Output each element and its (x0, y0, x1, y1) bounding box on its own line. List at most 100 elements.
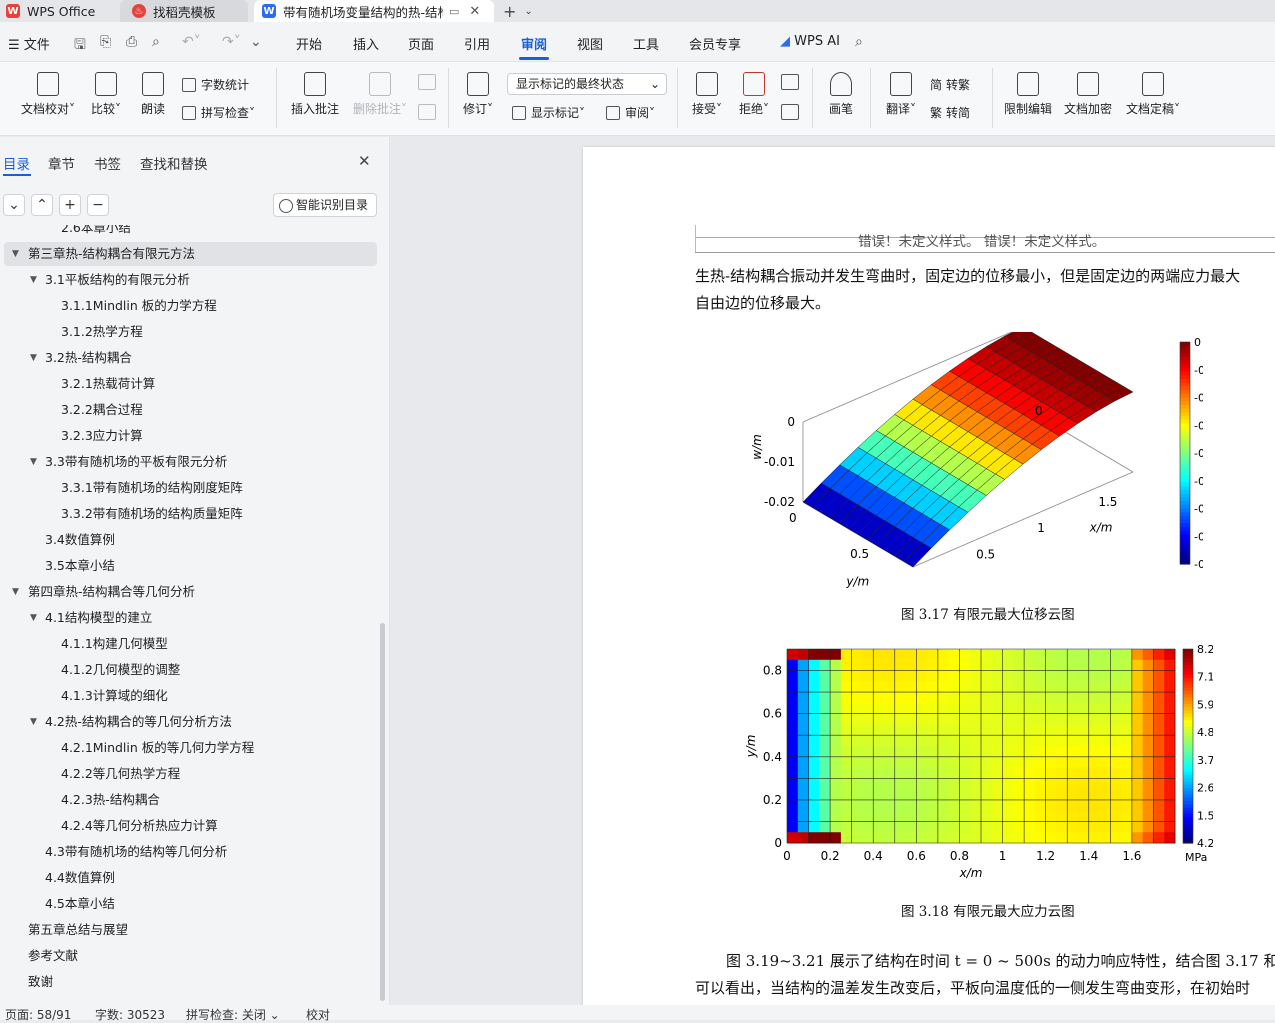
toc-item[interactable]: 4.5本章小结 (45, 893, 115, 915)
review-pane-button[interactable]: 审阅 ˅ (606, 104, 655, 121)
print-icon[interactable]: ⎙ (126, 34, 137, 50)
toc-item[interactable]: 第三章热-结构耦合有限元方法 (28, 243, 195, 265)
proof-status[interactable]: 校对 (306, 1006, 330, 1023)
window-icon[interactable]: ▭ (449, 5, 459, 18)
menu-start[interactable]: 开始 (296, 34, 322, 53)
pen-button[interactable]: 画笔 (826, 72, 856, 117)
delete-comment-button[interactable]: 删除批注˅ (350, 72, 410, 117)
wps-ai-button[interactable]: ◢ WPS AI (780, 34, 840, 49)
markup-state-select[interactable]: 显示标记的最终状态 ⌄ (507, 73, 667, 95)
menu-insert[interactable]: 插入 (353, 34, 379, 53)
toc-item[interactable]: 3.3带有随机场的平板有限元分析 (45, 451, 227, 473)
tab-wps-office[interactable]: W WPS Office (6, 0, 116, 22)
new-tab-button[interactable]: + ⌄ (503, 0, 543, 22)
toc-item[interactable]: 4.1.3计算域的细化 (61, 685, 168, 707)
toc-expand-icon[interactable]: ▼ (30, 347, 37, 369)
finalize-button[interactable]: 文档定稿˅ (1122, 72, 1184, 117)
menu-view[interactable]: 视图 (577, 34, 603, 53)
toc-item[interactable]: 3.1.2热学方程 (61, 321, 143, 343)
toc-item[interactable]: 3.5本章小结 (45, 555, 115, 577)
toc-item[interactable]: 3.2.1热载荷计算 (61, 373, 155, 395)
tab-find-replace[interactable]: 查找和替换 (140, 153, 208, 173)
toc-item[interactable]: 3.1.1Mindlin 板的力学方程 (61, 295, 217, 317)
reject-button[interactable]: 拒绝˅ (735, 72, 773, 117)
toc-item[interactable]: 4.2.1Mindlin 板的等几何力学方程 (61, 737, 254, 759)
toc-expand-icon[interactable]: ▼ (30, 451, 37, 473)
menu-review[interactable]: 审阅 (521, 34, 547, 53)
encrypt-button[interactable]: 文档加密 (1062, 72, 1114, 117)
toc-expand-icon[interactable]: ▼ (30, 607, 37, 629)
restrict-editing-button[interactable]: 限制编辑 (1002, 72, 1054, 117)
toc-item[interactable]: 4.3带有随机场的结构等几何分析 (45, 841, 227, 863)
smart-toc-button[interactable]: 智能识别目录 (273, 193, 377, 217)
tab-docer[interactable]: ♨ 找稻壳模板 (120, 0, 248, 22)
toc-item[interactable]: 4.4数值算例 (45, 867, 115, 889)
toc-item[interactable]: 4.1.2几何模型的调整 (61, 659, 180, 681)
insert-comment-button[interactable]: 插入批注 (288, 72, 342, 117)
add-heading-button[interactable]: + (59, 194, 81, 216)
print-preview-icon[interactable]: ⌕ (152, 34, 160, 50)
toc-item[interactable]: 3.3.2带有随机场的结构质量矩阵 (61, 503, 243, 525)
toc-item[interactable]: 第四章热-结构耦合等几何分析 (28, 581, 195, 603)
toc-item[interactable]: 4.2.4等几何分析热应力计算 (61, 815, 218, 837)
menu-membership[interactable]: 会员专享 (689, 34, 741, 53)
track-changes-button[interactable]: 修订˅ (458, 72, 498, 117)
expand-all-button[interactable]: ⌄ (3, 194, 25, 216)
accept-button[interactable]: 接受˅ (688, 72, 726, 117)
toc-item[interactable]: 4.2.2等几何热学方程 (61, 763, 180, 785)
spell-check-button[interactable]: 拼写检查 ˅ (182, 104, 255, 121)
share-icon[interactable]: ⎘ (100, 34, 111, 50)
close-tab-icon[interactable]: ✕ (469, 4, 480, 19)
menu-tools[interactable]: 工具 (633, 34, 659, 53)
toc-item[interactable]: 3.1平板结构的有限元分析 (45, 269, 190, 291)
toc-item[interactable]: 4.2.3热-结构耦合 (61, 789, 160, 811)
prev-comment-icon[interactable] (418, 74, 436, 90)
tab-toc[interactable]: 目录 (3, 153, 30, 173)
toc-item[interactable]: 4.1结构模型的建立 (45, 607, 152, 629)
show-markup-button[interactable]: 显示标记 ˅ (512, 104, 585, 121)
toc-item[interactable]: 4.1.1构建几何模型 (61, 633, 168, 655)
word-count[interactable]: 字数: 30523 (95, 1006, 165, 1023)
toc-scrollbar[interactable] (380, 623, 385, 1001)
remove-heading-button[interactable]: − (87, 194, 109, 216)
menu-page[interactable]: 页面 (408, 34, 434, 53)
proofread-button[interactable]: 文档校对˅ (18, 72, 78, 117)
next-comment-icon[interactable] (418, 104, 436, 120)
tab-bookmark[interactable]: 书签 (94, 153, 121, 173)
save-icon[interactable]: 🖫 (74, 34, 86, 58)
close-panel-icon[interactable]: ✕ (358, 152, 371, 170)
spell-check-status[interactable]: 拼写检查: 关闭 ⌄ (186, 1006, 280, 1023)
toc-item[interactable]: 3.3.1带有随机场的结构刚度矩阵 (61, 477, 243, 499)
prev-change-icon[interactable] (781, 74, 799, 90)
heatmap-cell (916, 735, 928, 747)
toc-expand-icon[interactable]: ▼ (30, 269, 37, 291)
toc-item[interactable]: 4.2热-结构耦合的等几何分析方法 (45, 711, 232, 733)
toc-item[interactable]: 3.4数值算例 (45, 529, 115, 551)
collapse-button[interactable]: ⌃ (31, 194, 53, 216)
word-count-button[interactable]: 字数统计 (182, 76, 249, 93)
menu-reference[interactable]: 引用 (464, 34, 490, 53)
next-change-icon[interactable] (781, 104, 799, 120)
more-chevron-icon[interactable]: ⌄ (250, 34, 262, 50)
undo-icon[interactable]: ↶˅ (182, 34, 201, 50)
read-aloud-button[interactable]: 朗读 (136, 72, 170, 117)
toc-item[interactable]: 3.2热-结构耦合 (45, 347, 132, 369)
toc-expand-icon[interactable]: ▼ (12, 243, 19, 265)
toc-item[interactable]: 3.2.3应力计算 (61, 425, 143, 447)
toc-item[interactable]: 3.2.2耦合过程 (61, 399, 143, 421)
toc-item[interactable]: 2.6本章小结 (61, 225, 131, 239)
tab-chapter[interactable]: 章节 (48, 153, 75, 173)
toc-item[interactable]: 第五章总结与展望 (28, 919, 128, 941)
toc-item[interactable]: 参考文献 (28, 945, 78, 967)
to-simplified-button[interactable]: 繁转简 (930, 104, 970, 121)
toc-expand-icon[interactable]: ▼ (12, 581, 19, 603)
toc-expand-icon[interactable]: ▼ (30, 711, 37, 733)
search-icon[interactable]: ⌕ (855, 34, 863, 50)
file-menu[interactable]: ☰ 文件 (8, 34, 50, 53)
translate-button[interactable]: 翻译˅ (882, 72, 920, 117)
to-traditional-button[interactable]: 简转繁 (930, 76, 970, 93)
redo-icon[interactable]: ↷˅ (222, 34, 241, 50)
compare-button[interactable]: 比较˅ (86, 72, 126, 117)
tab-document[interactable]: W 带有随机场变量结构的热-结构 ▭ ✕ (254, 0, 494, 22)
toc-item[interactable]: 致谢 (28, 971, 53, 993)
